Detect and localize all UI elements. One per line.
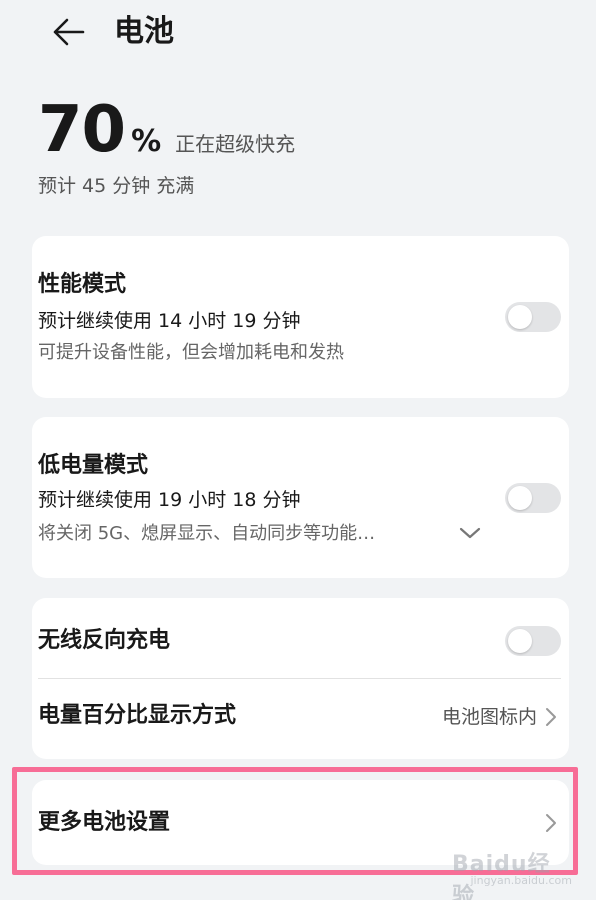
- chevron-down-icon: [459, 527, 481, 539]
- low-power-mode-description: 将关闭 5G、熄屏显示、自动同步等功能…: [38, 523, 376, 544]
- charge-estimate: 预计 45 分钟 充满: [38, 175, 195, 197]
- battery-unit: %: [131, 124, 162, 159]
- watermark-brand: Baidu经验: [452, 852, 551, 900]
- wireless-reverse-charging-title: 无线反向充电: [38, 628, 171, 653]
- divider: [38, 678, 561, 679]
- battery-level: 70 % 正在超级快充: [38, 94, 295, 166]
- arrow-left-icon: [53, 18, 85, 46]
- watermark-url: jingyan.baidu.com: [470, 874, 572, 887]
- low-power-mode-toggle[interactable]: [505, 483, 561, 513]
- percentage-display-value: 电池图标内: [441, 706, 537, 728]
- low-power-mode-card[interactable]: 低电量模式 预计继续使用 19 小时 18 分钟 将关闭 5G、熄屏显示、自动同…: [32, 417, 569, 578]
- percentage-display-title: 电量百分比显示方式: [38, 703, 237, 728]
- expand-button[interactable]: [458, 521, 482, 545]
- battery-settings-page: 电池 70 % 正在超级快充 预计 45 分钟 充满 性能模式 预计继续使用 1…: [0, 0, 596, 900]
- battery-percentage: 70: [38, 93, 126, 167]
- low-power-mode-title: 低电量模式: [38, 453, 149, 478]
- performance-mode-toggle[interactable]: [505, 302, 561, 332]
- wireless-reverse-charging-toggle[interactable]: [505, 626, 561, 656]
- toggle-knob: [508, 629, 532, 653]
- chevron-right-icon: [543, 706, 559, 728]
- performance-mode-title: 性能模式: [38, 272, 127, 297]
- charging-status: 正在超级快充: [175, 132, 296, 156]
- low-power-mode-usage: 预计继续使用 19 小时 18 分钟: [38, 489, 301, 511]
- toggle-knob: [508, 305, 532, 329]
- toggle-knob: [508, 486, 532, 510]
- page-title: 电池: [114, 14, 174, 49]
- chevron-right-icon: [543, 812, 559, 834]
- charging-display-card: 无线反向充电 电量百分比显示方式 电池图标内: [32, 598, 569, 759]
- performance-mode-usage: 预计继续使用 14 小时 19 分钟: [38, 310, 301, 332]
- more-battery-settings-title: 更多电池设置: [38, 810, 171, 835]
- performance-mode-card[interactable]: 性能模式 预计继续使用 14 小时 19 分钟 可提升设备性能，但会增加耗电和发…: [32, 236, 569, 398]
- header: 电池: [0, 0, 596, 70]
- back-button[interactable]: [48, 12, 88, 52]
- watermark: Baidu经验 jingyan.baidu.com: [452, 844, 572, 900]
- performance-mode-description: 可提升设备性能，但会增加耗电和发热: [38, 342, 344, 363]
- percentage-display-row[interactable]: 电量百分比显示方式 电池图标内: [32, 680, 569, 759]
